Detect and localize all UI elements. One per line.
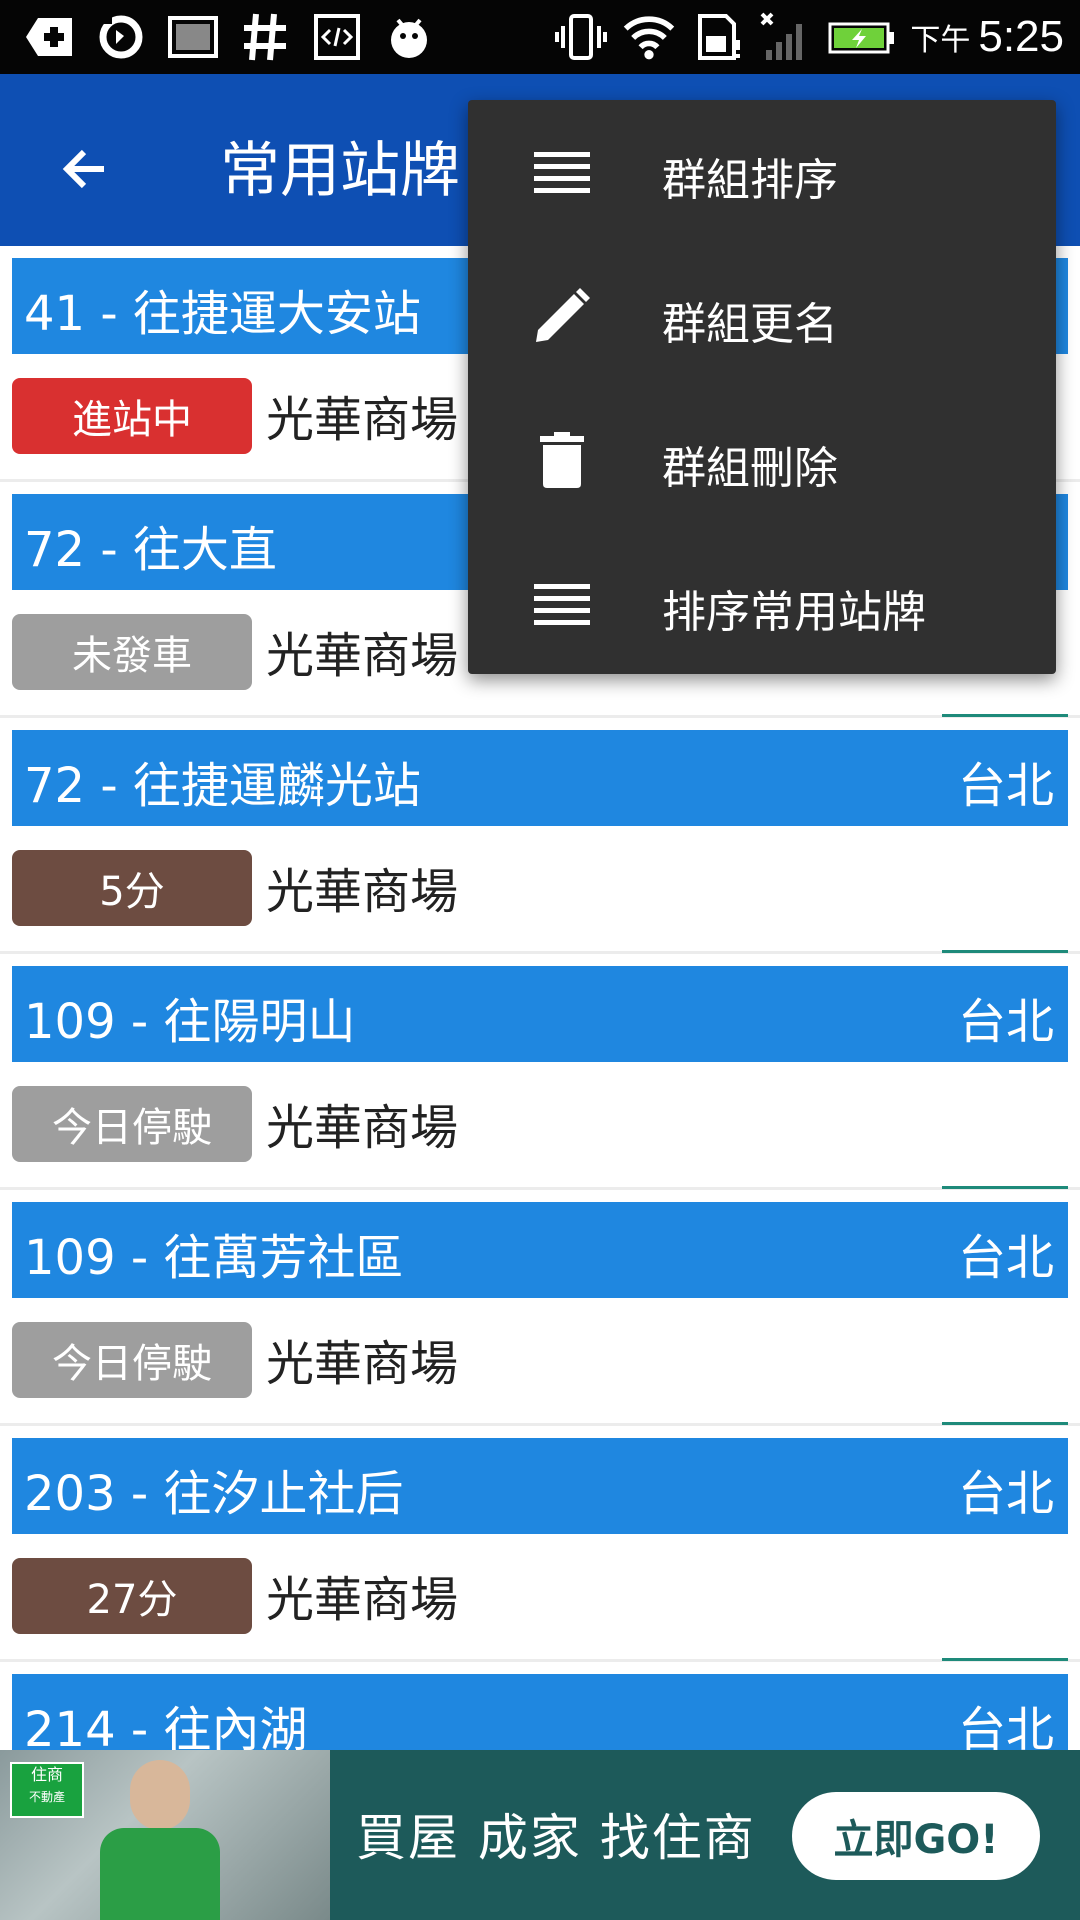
arrow-back-icon: [62, 149, 104, 189]
stop-name: 光華商場: [266, 628, 459, 684]
vibrate-icon: [554, 10, 608, 64]
arrival-status-badge: 今日停駛: [12, 1086, 252, 1162]
arrival-status-badge: 27分: [12, 1558, 252, 1634]
arrival-status-badge: 未發車: [12, 614, 252, 690]
menu-item-group-delete[interactable]: 群組刪除: [468, 388, 1056, 532]
route-name: 41 - 往捷運大安站: [24, 286, 421, 342]
menu-item-label: 群組更名: [662, 299, 838, 350]
stop-name: 光華商場: [266, 392, 459, 448]
ad-person-icon: [130, 1760, 190, 1830]
menu-item-label: 群組排序: [662, 155, 838, 206]
route-city: 台北: [957, 994, 1054, 1050]
stop-name: 光華商場: [266, 1572, 459, 1628]
status-bar: 下午 5:25: [0, 0, 1080, 74]
route-header: 72 - 往捷運麟光站 台北: [12, 730, 1068, 826]
stop-name: 光華商場: [266, 1100, 459, 1156]
back-button[interactable]: [40, 124, 130, 214]
overflow-menu: 群組排序 群組更名 群組刪除 排序常用站牌: [468, 100, 1056, 674]
code-icon: [310, 10, 364, 64]
ad-text: 買屋 成家 找住商: [356, 1809, 756, 1867]
sort-lines-icon: [532, 574, 592, 634]
arrival-status-badge: 5分: [12, 850, 252, 926]
route-city: 台北: [957, 1702, 1054, 1750]
ad-banner[interactable]: 住商 不動產 買屋 成家 找住商 立即GO!: [0, 1750, 1080, 1920]
ad-logo-line2: 不動產: [28, 1790, 65, 1804]
ad-logo: 住商 不動產: [10, 1762, 84, 1818]
page-title: 常用站牌: [220, 136, 460, 206]
trash-icon: [532, 430, 592, 490]
route-name: 72 - 往捷運麟光站: [24, 758, 421, 814]
ad-person-body: [100, 1828, 220, 1920]
accent-line: [942, 1658, 1068, 1661]
route-header: 203 - 往汐止社后 台北: [12, 1438, 1068, 1534]
clock-time: 5:25: [978, 12, 1064, 61]
ad-photo: 住商 不動產: [0, 1750, 330, 1920]
ad-cta-button[interactable]: 立即GO!: [792, 1792, 1040, 1880]
route-card[interactable]: 72 - 往捷運麟光站 台北 5分 光華商場: [0, 718, 1080, 954]
arrival-status-badge: 進站中: [12, 378, 252, 454]
arrival-status-badge: 今日停駛: [12, 1322, 252, 1398]
route-header: 214 - 往內湖 台北: [12, 1674, 1068, 1750]
accent-line: [942, 950, 1068, 953]
sim-icon: [690, 10, 744, 64]
accent-line: [942, 714, 1068, 717]
add-icon: [22, 10, 76, 64]
route-card[interactable]: 214 - 往內湖 台北: [0, 1662, 1080, 1750]
route-card[interactable]: 203 - 往汐止社后 台北 27分 光華商場: [0, 1426, 1080, 1662]
route-name: 214 - 往內湖: [24, 1702, 308, 1750]
signal-icon: [758, 10, 812, 64]
hashtag-icon: [238, 10, 292, 64]
route-header: 109 - 往陽明山 台北: [12, 966, 1068, 1062]
menu-item-label: 排序常用站牌: [662, 587, 926, 638]
route-city: 台北: [957, 758, 1054, 814]
system-icons: 下午 5:25: [554, 8, 1064, 66]
battery-charging-icon: [826, 10, 896, 64]
route-card[interactable]: 109 - 往陽明山 台北 今日停駛 光華商場: [0, 954, 1080, 1190]
ad-logo-line1: 住商: [30, 1765, 63, 1784]
route-name: 72 - 往大直: [24, 522, 277, 578]
sync-icon: [94, 10, 148, 64]
menu-item-group-rename[interactable]: 群組更名: [468, 244, 1056, 388]
sort-lines-icon: [532, 142, 592, 202]
route-name: 203 - 往汐止社后: [24, 1466, 404, 1522]
image-icon: [166, 10, 220, 64]
route-name: 109 - 往陽明山: [24, 994, 356, 1050]
menu-item-label: 群組刪除: [662, 443, 838, 494]
bug-icon: [382, 10, 436, 64]
route-city: 台北: [957, 1466, 1054, 1522]
route-card[interactable]: 109 - 往萬芳社區 台北 今日停駛 光華商場: [0, 1190, 1080, 1426]
pencil-icon: [532, 286, 592, 346]
menu-item-group-sort[interactable]: 群組排序: [468, 100, 1056, 244]
menu-item-sort-favorites[interactable]: 排序常用站牌: [468, 532, 1056, 676]
wifi-icon: [622, 10, 676, 64]
stop-name: 光華商場: [266, 1336, 459, 1392]
route-city: 台北: [957, 1230, 1054, 1286]
stop-name: 光華商場: [266, 864, 459, 920]
notification-icons: [22, 10, 436, 64]
route-name: 109 - 往萬芳社區: [24, 1230, 404, 1286]
accent-line: [942, 1186, 1068, 1189]
route-header: 109 - 往萬芳社區 台北: [12, 1202, 1068, 1298]
accent-line: [942, 1422, 1068, 1425]
clock-ampm: 下午: [910, 23, 971, 58]
